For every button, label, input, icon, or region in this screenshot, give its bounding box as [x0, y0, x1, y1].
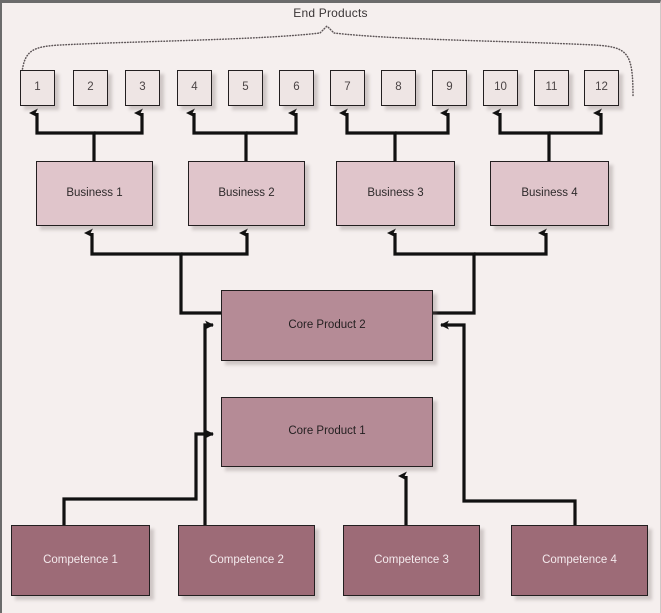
end-product-box-9[interactable]: 9	[432, 70, 467, 106]
end-product-label: 6	[293, 81, 300, 94]
end-product-label: 10	[494, 81, 507, 94]
competence-label: Competence 1	[43, 553, 118, 566]
page-title: End Products	[293, 6, 368, 20]
end-product-box-7[interactable]: 7	[330, 70, 365, 106]
end-product-box-1[interactable]: 1	[20, 70, 55, 106]
end-product-box-5[interactable]: 5	[228, 70, 263, 106]
end-product-label: 12	[595, 81, 608, 94]
core-product-label: Core Product 2	[288, 318, 366, 331]
competence-box-2[interactable]: Competence 2	[178, 525, 315, 596]
business-box-1[interactable]: Business 1	[36, 161, 153, 226]
business-label: Business 2	[218, 186, 275, 199]
competence-label: Competence 4	[542, 553, 617, 566]
end-product-box-6[interactable]: 6	[279, 70, 314, 106]
end-product-label: 7	[344, 81, 351, 94]
business-label: Business 3	[367, 186, 424, 199]
business-to-endproduct-connectors	[29, 108, 603, 161]
end-product-box-12[interactable]: 12	[584, 70, 619, 106]
end-product-label: 2	[87, 81, 94, 94]
business-label: Business 1	[66, 186, 123, 199]
core-product-box-2[interactable]: Core Product 2	[221, 290, 433, 361]
end-product-label: 8	[395, 81, 402, 94]
end-product-label: 9	[446, 81, 453, 94]
end-product-label: 1	[34, 81, 41, 94]
end-product-box-2[interactable]: 2	[73, 70, 108, 106]
end-product-box-8[interactable]: 8	[381, 70, 416, 106]
diagram-canvas: End Products 1 2 3 4 5 6 7 8 9 10 11 12 …	[0, 0, 661, 613]
end-product-label: 5	[242, 81, 249, 94]
competence-box-1[interactable]: Competence 1	[11, 525, 150, 596]
competence-label: Competence 2	[209, 553, 284, 566]
competence-box-3[interactable]: Competence 3	[343, 525, 480, 596]
competence-label: Competence 3	[374, 553, 449, 566]
competence-box-4[interactable]: Competence 4	[511, 525, 648, 596]
end-product-box-10[interactable]: 10	[483, 70, 518, 106]
core-product-label: Core Product 1	[288, 425, 366, 438]
end-product-box-3[interactable]: 3	[125, 70, 160, 106]
business-box-3[interactable]: Business 3	[336, 161, 455, 226]
core-product-box-1[interactable]: Core Product 1	[221, 397, 433, 467]
end-product-label: 4	[191, 81, 198, 94]
end-product-label: 3	[139, 81, 146, 94]
business-label: Business 4	[521, 186, 578, 199]
end-product-label: 11	[545, 81, 558, 94]
business-box-2[interactable]: Business 2	[188, 161, 305, 226]
business-box-4[interactable]: Business 4	[490, 161, 609, 226]
end-product-box-11[interactable]: 11	[534, 70, 569, 106]
end-product-box-4[interactable]: 4	[177, 70, 212, 106]
